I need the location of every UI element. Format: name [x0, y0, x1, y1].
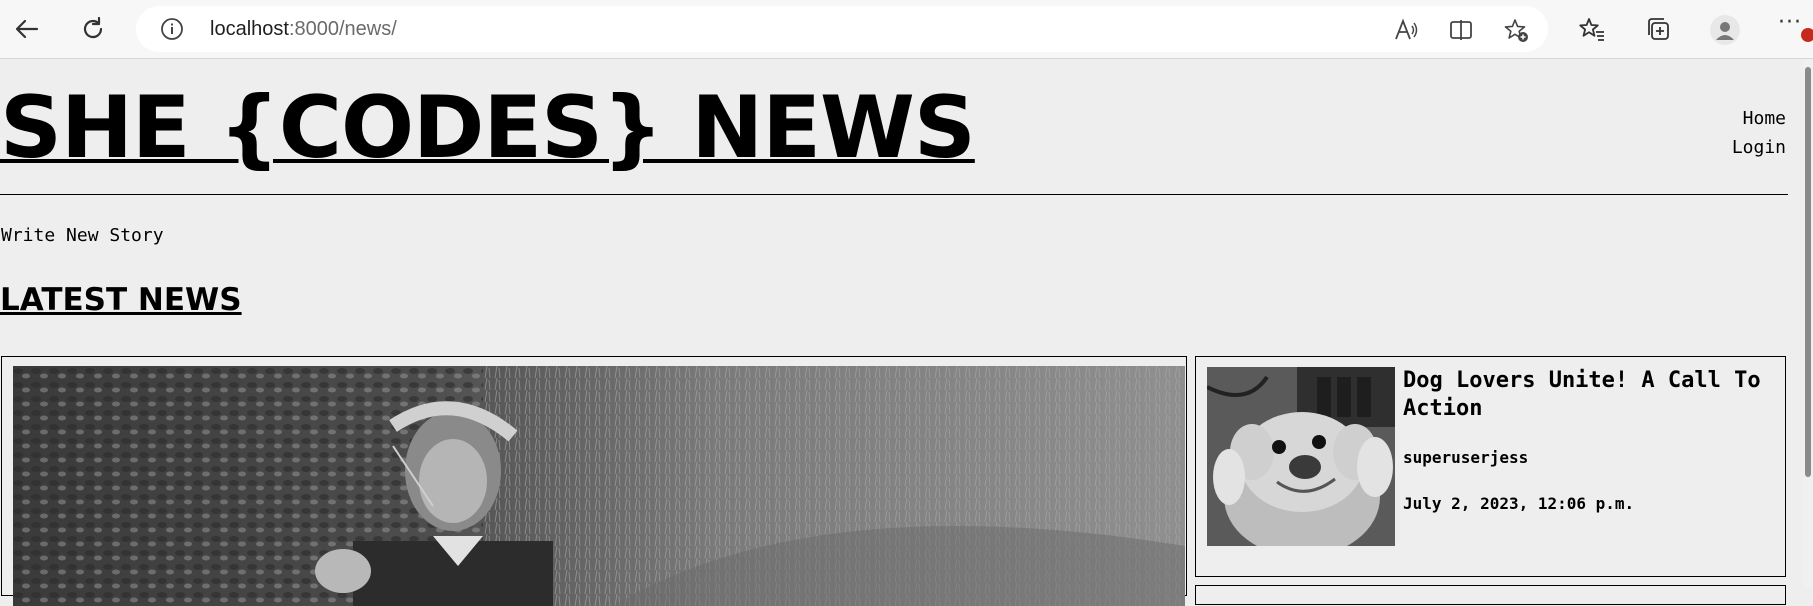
main-nav: Home Login: [1732, 104, 1786, 162]
featured-story-image[interactable]: [13, 366, 1185, 606]
featured-story-card[interactable]: [1, 356, 1187, 606]
collections-button[interactable]: [1639, 10, 1677, 48]
nav-login-link[interactable]: Login: [1732, 133, 1786, 162]
back-button[interactable]: [8, 10, 46, 48]
back-icon: [15, 19, 39, 39]
url-path: :8000/news/: [288, 18, 397, 40]
story-author: superuserjess: [1403, 448, 1529, 467]
nav-home-link[interactable]: Home: [1732, 104, 1786, 133]
read-aloud-icon[interactable]: [1393, 17, 1419, 43]
collections-icon: [1648, 18, 1669, 40]
profile-icon: [1716, 22, 1734, 40]
story-thumbnail[interactable]: [1207, 367, 1395, 546]
story-card[interactable]: [1195, 585, 1786, 605]
site-title[interactable]: SHE {CODES} NEWS: [0, 82, 976, 174]
browser-toolbar: localhost:8000/news/ ···: [0, 0, 1813, 59]
scrollbar-thumb[interactable]: [1805, 67, 1811, 477]
favorites-icon: [1579, 18, 1604, 41]
page-scrollbar[interactable]: [1803, 59, 1813, 588]
url-host: localhost: [210, 18, 289, 40]
story-title[interactable]: Dog Lovers Unite! A Call To Action: [1403, 367, 1775, 423]
add-favorite-icon[interactable]: [1503, 17, 1529, 43]
write-new-story-link[interactable]: Write New Story: [1, 225, 164, 246]
address-bar[interactable]: localhost:8000/news/: [136, 6, 1548, 52]
favorites-button[interactable]: [1573, 10, 1611, 48]
refresh-button[interactable]: [74, 10, 112, 48]
latest-news-heading: LATEST NEWS: [0, 282, 242, 318]
address-text[interactable]: localhost:8000/news/: [210, 6, 397, 52]
notification-badge: [1801, 28, 1813, 42]
more-icon[interactable]: ···: [1778, 10, 1802, 35]
site-info-icon[interactable]: [160, 17, 184, 41]
refresh-icon: [83, 16, 103, 39]
story-date: July 2, 2023, 12:06 p.m.: [1403, 494, 1635, 513]
story-card[interactable]: Dog Lovers Unite! A Call To Action super…: [1195, 356, 1786, 577]
profile-button[interactable]: [1710, 15, 1740, 45]
header-divider: [0, 194, 1788, 195]
split-screen-icon[interactable]: [1448, 17, 1474, 43]
